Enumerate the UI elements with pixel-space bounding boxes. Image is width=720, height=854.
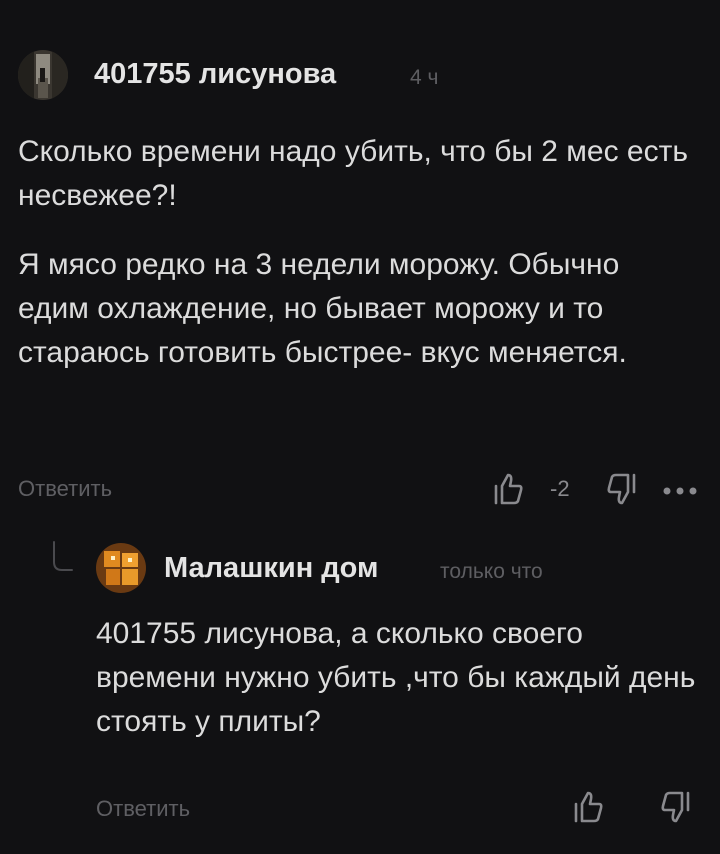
comment-time: только что [440, 560, 543, 583]
rating-count: -2 [550, 476, 570, 501]
comment-paragraph: Сколько времени надо убить, что бы 2 мес… [18, 135, 688, 212]
comment-time: 4 ч [410, 66, 439, 89]
comment-text: 401755 лисунова, а сколько своего времен… [96, 617, 696, 738]
thumb-up-icon[interactable] [572, 790, 604, 829]
comment-author[interactable]: 401755 лисунова [94, 58, 336, 91]
reply-button[interactable]: Ответить [96, 796, 190, 822]
thumb-up-icon[interactable] [492, 472, 524, 511]
comment-paragraph: Я мясо редко на 3 недели морожу. Обычно … [18, 248, 627, 369]
comment-author[interactable]: Малашкин дом [164, 552, 378, 585]
avatar[interactable] [96, 543, 146, 593]
avatar[interactable] [18, 50, 68, 100]
thread-branch-icon [50, 540, 74, 581]
reply-button[interactable]: Ответить [18, 476, 112, 502]
thumb-down-icon[interactable] [606, 472, 638, 511]
thumb-down-icon[interactable] [660, 790, 692, 829]
more-dots-icon[interactable] [662, 483, 702, 501]
